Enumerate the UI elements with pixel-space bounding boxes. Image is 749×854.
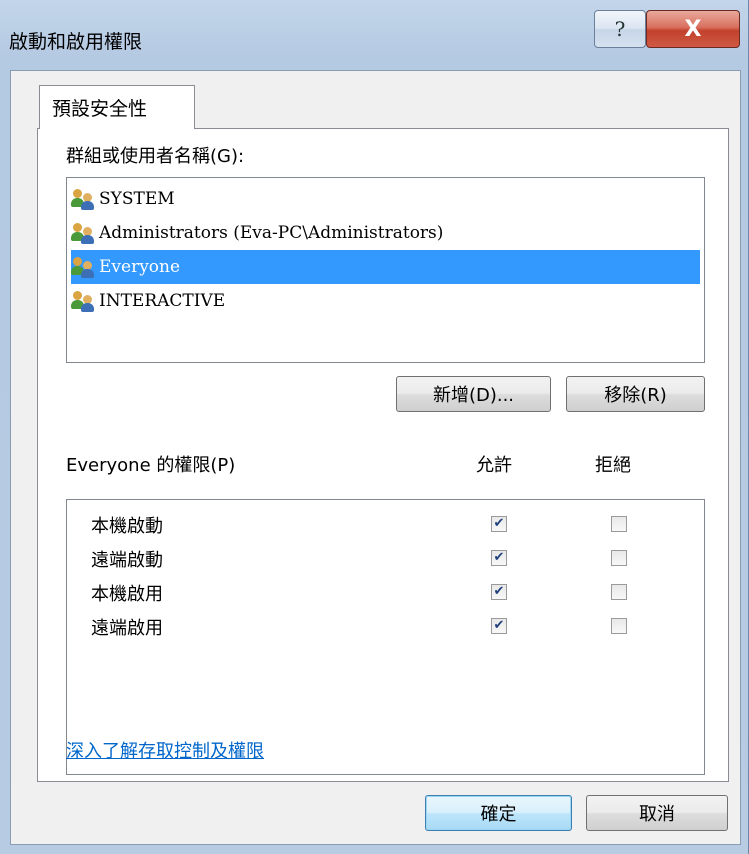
permission-name: 遠端啟動: [91, 550, 163, 571]
permission-row: 本機啟用 ✔: [67, 576, 704, 610]
deny-checkbox[interactable]: [611, 584, 627, 600]
deny-column-header: 拒絕: [595, 455, 631, 476]
list-item-label: Administrators (Eva-PC\Administrators): [99, 223, 444, 243]
allow-checkbox[interactable]: ✔: [491, 550, 507, 566]
users-icon: [71, 289, 97, 313]
help-icon: ?: [614, 17, 626, 41]
users-icon: [71, 255, 97, 279]
title-bar: 啟動和啟用權限 ? X: [0, 0, 749, 70]
window-title: 啟動和啟用權限: [9, 31, 143, 53]
list-item[interactable]: INTERACTIVE: [71, 284, 700, 318]
permissions-list: 本機啟動 ✔ 遠端啟動 ✔ 本機啟用 ✔ 遠端啟用 ✔: [66, 499, 705, 775]
users-icon: [71, 221, 97, 245]
allow-checkbox[interactable]: ✔: [491, 516, 507, 532]
permission-name: 遠端啟用: [91, 618, 163, 639]
allow-column-header: 允許: [476, 455, 512, 476]
close-button[interactable]: X: [646, 10, 740, 48]
list-item-label: Everyone: [97, 257, 181, 277]
dialog-window: 啟動和啟用權限 ? X 預設安全性 群組或使用者名稱(G): SYSTEM Ad…: [0, 0, 749, 854]
tab-default-security[interactable]: 預設安全性: [39, 85, 195, 129]
deny-checkbox[interactable]: [611, 618, 627, 634]
tab-page: 群組或使用者名稱(G): SYSTEM Administrators (Eva-…: [37, 128, 729, 782]
dialog-client-area: 預設安全性 群組或使用者名稱(G): SYSTEM Administrators…: [10, 70, 741, 845]
groups-label: 群組或使用者名稱(G):: [66, 146, 245, 167]
allow-checkbox[interactable]: ✔: [491, 584, 507, 600]
group-user-list[interactable]: SYSTEM Administrators (Eva-PC\Administra…: [66, 177, 705, 363]
permission-name: 本機啟動: [91, 516, 163, 537]
permission-row: 本機啟動 ✔: [67, 508, 704, 542]
list-item-label: SYSTEM: [99, 189, 175, 209]
list-item[interactable]: SYSTEM: [71, 182, 700, 216]
list-item[interactable]: Administrators (Eva-PC\Administrators): [71, 216, 700, 250]
permission-name: 本機啟用: [91, 584, 163, 605]
cancel-button[interactable]: 取消: [586, 795, 728, 831]
allow-checkbox[interactable]: ✔: [491, 618, 507, 634]
list-item-selected[interactable]: Everyone: [71, 250, 700, 284]
learn-more-link[interactable]: 深入了解存取控制及權限: [66, 737, 264, 763]
add-button[interactable]: 新增(D)...: [396, 376, 551, 412]
deny-checkbox[interactable]: [611, 516, 627, 532]
help-button[interactable]: ?: [594, 10, 646, 48]
deny-checkbox[interactable]: [611, 550, 627, 566]
users-icon: [71, 187, 97, 211]
list-item-label: INTERACTIVE: [99, 291, 226, 311]
close-icon: X: [684, 16, 702, 42]
permission-row: 遠端啟動 ✔: [67, 542, 704, 576]
remove-button[interactable]: 移除(R): [566, 376, 705, 412]
ok-button[interactable]: 確定: [425, 795, 572, 831]
permission-row: 遠端啟用 ✔: [67, 610, 704, 644]
permissions-label: Everyone 的權限(P): [66, 455, 236, 476]
